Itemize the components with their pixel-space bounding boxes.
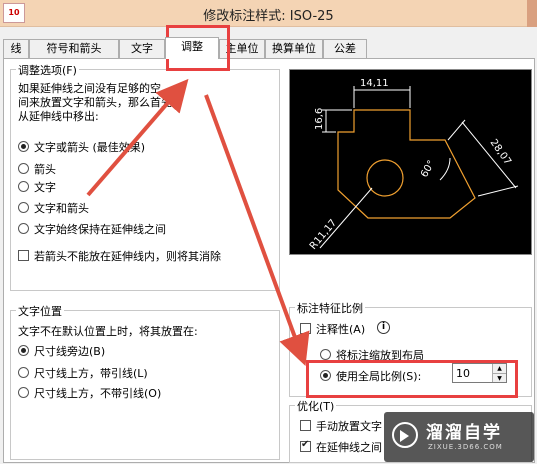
watermark-logo-icon xyxy=(392,422,418,448)
title-bar: 10 修改标注样式: ISO-25 xyxy=(0,0,537,27)
close-button[interactable] xyxy=(527,0,537,27)
arrow-to-tab xyxy=(86,78,189,197)
watermark-brand: 溜溜自学 xyxy=(426,423,502,443)
window-title: 修改标注样式: ISO-25 xyxy=(203,9,334,24)
tab-fit[interactable]: 调整 xyxy=(165,37,219,59)
arrow-to-scale xyxy=(204,94,310,367)
watermark-url: ZIXUE.3D66.COM xyxy=(428,443,503,451)
annotation-arrows xyxy=(86,78,310,367)
watermark: 溜溜自学 ZIXUE.3D66.COM xyxy=(384,412,534,462)
dialog-body: 线 符号和箭头 文字 调整 主单位 换算单位 公差 调整选项(F) 如果延伸线之… xyxy=(0,25,537,464)
